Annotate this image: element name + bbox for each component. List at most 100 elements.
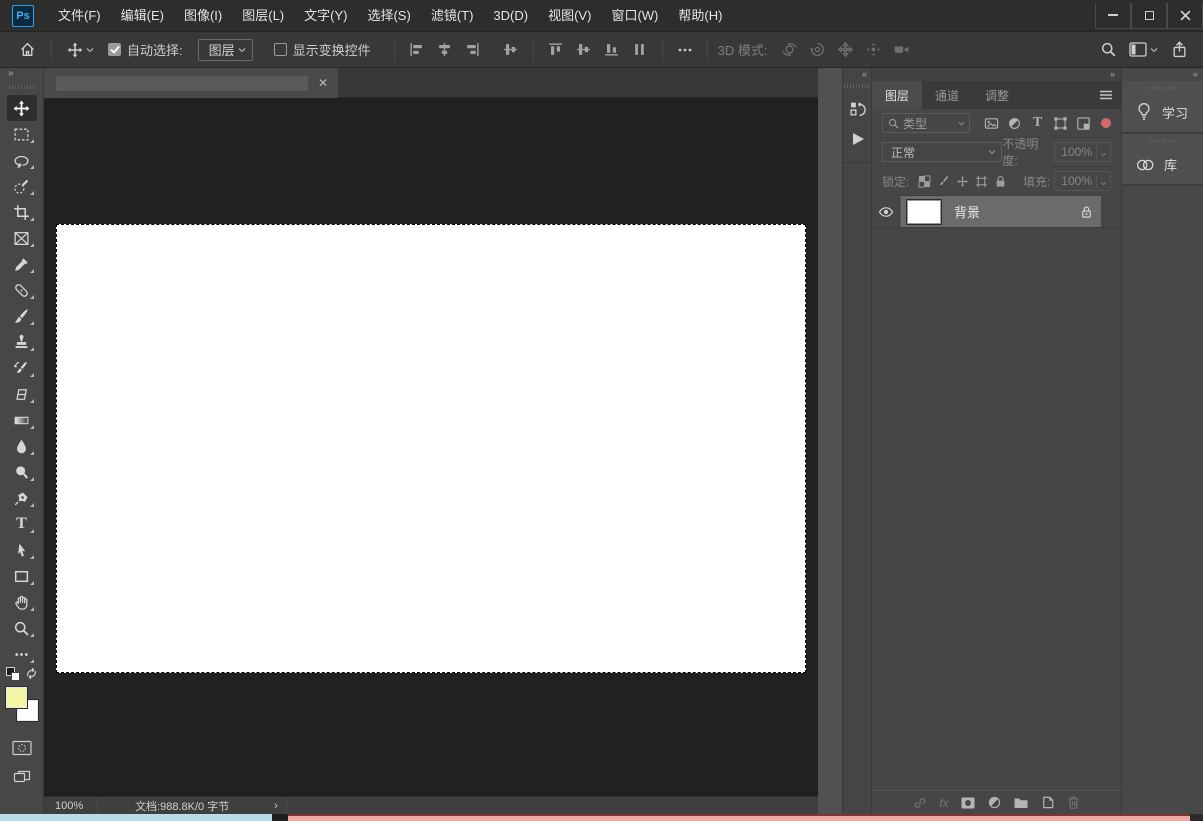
new-adjustment-layer-button[interactable] bbox=[987, 795, 1002, 810]
screen-mode-button[interactable] bbox=[7, 765, 37, 789]
menu-filter[interactable]: 滤镜(T) bbox=[421, 0, 484, 32]
tab-layers[interactable]: 图层 bbox=[872, 81, 923, 109]
gradient-tool[interactable] bbox=[7, 407, 37, 433]
menu-window[interactable]: 窗口(W) bbox=[601, 0, 668, 32]
filter-type-dropdown[interactable]: 类型 bbox=[882, 113, 970, 133]
menu-help[interactable]: 帮助(H) bbox=[668, 0, 732, 32]
toolbar-expand-icon[interactable]: » bbox=[0, 68, 43, 82]
clone-stamp-tool[interactable] bbox=[7, 329, 37, 355]
lock-all-icon[interactable] bbox=[991, 172, 1010, 190]
layer-row-body[interactable]: 背景 bbox=[901, 196, 1101, 227]
tab-channels[interactable]: 通道 bbox=[922, 81, 972, 109]
dock-collapse-icon[interactable]: « bbox=[843, 68, 871, 81]
lasso-tool[interactable] bbox=[7, 147, 37, 173]
fill-field[interactable]: 100% ⌄ bbox=[1054, 171, 1111, 191]
rectangle-tool[interactable] bbox=[7, 563, 37, 589]
move-tool-preset-button[interactable] bbox=[60, 36, 101, 64]
layer-row-background[interactable]: 背景 bbox=[872, 196, 1121, 228]
quick-mask-mode-button[interactable] bbox=[7, 736, 37, 760]
3d-orbit-icon[interactable] bbox=[776, 37, 804, 63]
spot-healing-brush-tool[interactable] bbox=[7, 277, 37, 303]
show-transform-checkbox[interactable]: 显示变换控件 bbox=[267, 36, 386, 64]
new-group-button[interactable] bbox=[1013, 796, 1029, 810]
brush-tool[interactable] bbox=[7, 303, 37, 329]
status-expander-icon[interactable]: › bbox=[266, 800, 286, 812]
hand-tool[interactable] bbox=[7, 589, 37, 615]
eraser-tool[interactable] bbox=[7, 381, 37, 407]
menu-view[interactable]: 视图(V) bbox=[538, 0, 601, 32]
maximize-button[interactable] bbox=[1131, 2, 1167, 29]
smart-object-filter-icon[interactable] bbox=[1072, 113, 1095, 133]
learn-panel-tile[interactable]: 学习 bbox=[1122, 81, 1203, 134]
learn-panel-button[interactable]: 学习 bbox=[1122, 96, 1203, 122]
menu-file[interactable]: 文件(F) bbox=[48, 0, 111, 32]
document-tab[interactable]: ✕ bbox=[44, 68, 338, 98]
tab-close-icon[interactable]: ✕ bbox=[316, 76, 330, 90]
panel-collapse-icon[interactable]: » bbox=[872, 68, 1121, 81]
delete-layer-button[interactable] bbox=[1066, 795, 1081, 810]
shape-layer-filter-icon[interactable] bbox=[1049, 113, 1072, 133]
align-top-edges-button[interactable] bbox=[542, 37, 570, 63]
canvas-with-selection[interactable] bbox=[56, 224, 806, 673]
distribute-horizontal-centers-button[interactable] bbox=[626, 37, 654, 63]
menu-select[interactable]: 选择(S) bbox=[357, 0, 420, 32]
move-tool[interactable] bbox=[6, 95, 37, 121]
close-button[interactable] bbox=[1167, 2, 1203, 29]
actions-panel-button[interactable] bbox=[843, 124, 873, 154]
path-selection-tool[interactable] bbox=[7, 537, 37, 563]
pixel-layer-filter-icon[interactable] bbox=[980, 113, 1003, 133]
more-options-button[interactable] bbox=[671, 37, 699, 63]
menu-edit[interactable]: 编辑(E) bbox=[111, 0, 174, 32]
tab-adjustments[interactable]: 调整 bbox=[972, 81, 1022, 109]
menu-layer[interactable]: 图层(L) bbox=[232, 0, 294, 32]
pen-tool[interactable] bbox=[7, 485, 37, 511]
type-layer-filter-icon[interactable]: T bbox=[1026, 113, 1049, 133]
opacity-field[interactable]: 100% ⌄ bbox=[1054, 142, 1111, 162]
lock-transparent-pixels-icon[interactable] bbox=[915, 172, 934, 190]
link-layers-button[interactable] bbox=[912, 795, 928, 811]
auto-select-checkbox[interactable]: 自动选择: bbox=[101, 36, 198, 64]
blur-tool[interactable] bbox=[7, 433, 37, 459]
panel-menu-button[interactable] bbox=[1091, 81, 1121, 109]
3d-camera-icon[interactable] bbox=[888, 37, 916, 63]
lock-image-pixels-icon[interactable] bbox=[934, 172, 953, 190]
frame-tool[interactable] bbox=[7, 225, 37, 251]
type-tool[interactable]: T bbox=[7, 511, 37, 537]
3d-pan-icon[interactable] bbox=[832, 37, 860, 63]
history-brush-tool[interactable] bbox=[7, 355, 37, 381]
zoom-tool[interactable] bbox=[7, 615, 37, 641]
dodge-tool[interactable] bbox=[7, 459, 37, 485]
history-panel-button[interactable] bbox=[843, 94, 873, 124]
lock-artboard-icon[interactable] bbox=[972, 172, 991, 190]
libraries-panel-button[interactable]: 库 bbox=[1122, 149, 1203, 174]
dock-collapse-icon[interactable]: « bbox=[1122, 68, 1203, 81]
menu-3d[interactable]: 3D(D) bbox=[483, 0, 538, 32]
zoom-level-field[interactable]: 100% bbox=[44, 800, 97, 812]
align-horizontal-centers-button[interactable] bbox=[431, 37, 459, 63]
layer-filter-toggle[interactable] bbox=[1101, 118, 1111, 128]
auto-select-target-dropdown[interactable]: 图层 bbox=[197, 38, 253, 61]
align-left-edges-button[interactable] bbox=[403, 37, 431, 63]
swap-colors-icon[interactable] bbox=[25, 667, 38, 680]
home-button[interactable] bbox=[12, 36, 43, 64]
align-right-edges-button[interactable] bbox=[459, 37, 487, 63]
share-button[interactable] bbox=[1165, 37, 1193, 63]
new-layer-button[interactable] bbox=[1040, 795, 1055, 810]
align-bottom-edges-button[interactable] bbox=[598, 37, 626, 63]
rectangular-marquee-tool[interactable] bbox=[7, 121, 37, 147]
menu-image[interactable]: 图像(I) bbox=[174, 0, 232, 32]
foreground-color-swatch[interactable] bbox=[4, 686, 28, 709]
quick-selection-tool[interactable] bbox=[7, 173, 37, 199]
layer-style-button[interactable]: fx bbox=[939, 796, 948, 810]
minimize-button[interactable] bbox=[1095, 2, 1131, 29]
workspace-switcher-button[interactable] bbox=[1122, 36, 1165, 64]
eyedropper-tool[interactable] bbox=[7, 251, 37, 277]
align-middle-edges-button[interactable] bbox=[570, 37, 598, 63]
edit-toolbar-button[interactable] bbox=[7, 641, 37, 667]
adjustment-layer-filter-icon[interactable] bbox=[1003, 113, 1026, 133]
align-vertical-centers-button[interactable] bbox=[497, 37, 525, 63]
lock-position-icon[interactable] bbox=[953, 172, 972, 190]
menu-type[interactable]: 文字(Y) bbox=[294, 0, 357, 32]
3d-roll-icon[interactable] bbox=[804, 37, 832, 63]
add-layer-mask-button[interactable] bbox=[960, 796, 976, 810]
